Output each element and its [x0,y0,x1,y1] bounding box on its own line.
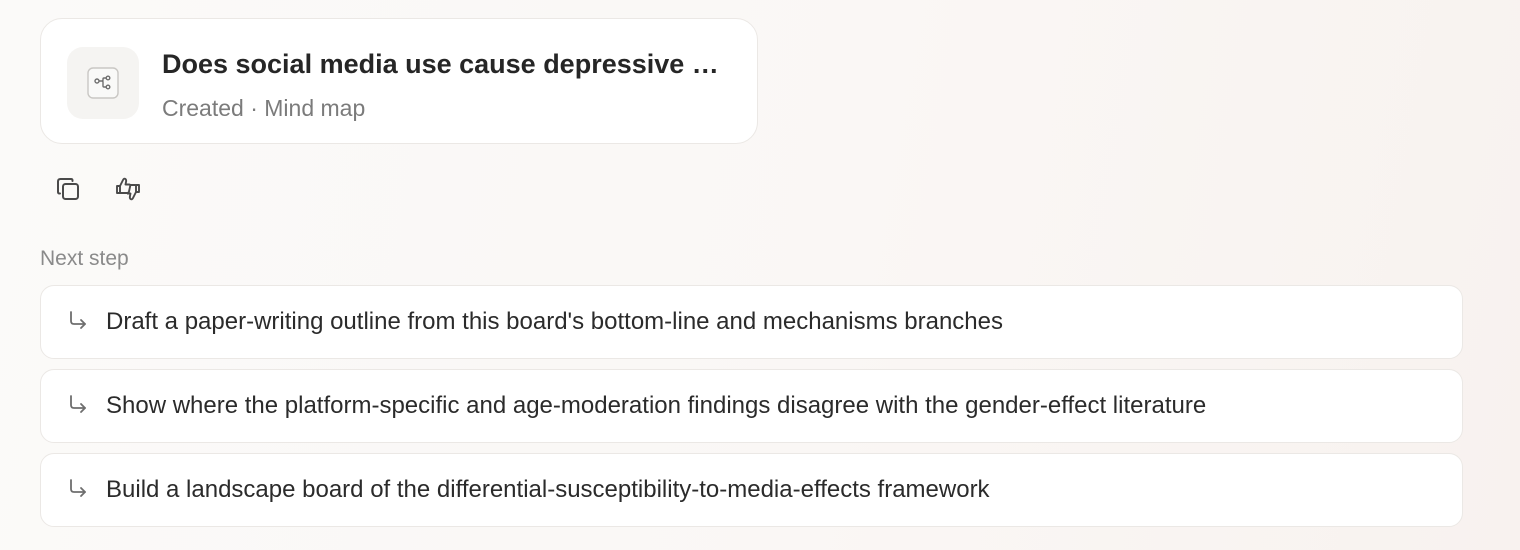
suggestion-draft-outline[interactable]: Draft a paper-writing outline from this … [40,285,1463,359]
feedback-button[interactable] [110,171,146,207]
arrow-turn-down-right-icon [67,310,89,332]
suggestion-text: Show where the platform-specific and age… [106,392,1207,419]
artifact-meta: Created · Mind map [162,95,366,121]
suggestion-text: Build a landscape board of the different… [106,476,990,503]
arrow-turn-down-right-icon [67,394,89,416]
next-step-label: Next step [40,247,129,270]
thumbs-up-down-icon [116,177,140,201]
arrow-turn-down-right-icon [67,478,89,500]
suggestion-build-landscape[interactable]: Build a landscape board of the different… [40,453,1463,527]
copy-icon [57,178,79,200]
suggestion-show-disagreement[interactable]: Show where the platform-specific and age… [40,369,1463,443]
artifact-card[interactable]: Does social media use cause depressive s… [40,18,758,144]
suggestion-text: Draft a paper-writing outline from this … [106,308,1003,335]
artifact-thumbnail [67,47,139,119]
artifact-title: Does social media use cause depressive s… [162,49,732,79]
mind-map-icon [87,67,119,99]
copy-button[interactable] [50,171,86,207]
